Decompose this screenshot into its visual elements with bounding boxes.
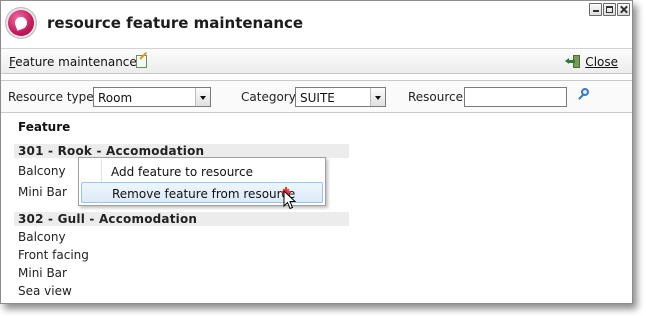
maximize-button[interactable] (603, 3, 616, 16)
category-label: Category (241, 90, 296, 104)
app-logo-icon (6, 8, 36, 38)
search-handle (578, 94, 584, 100)
group-title: 301 - Rook - Accomodation (18, 144, 205, 158)
close-text: lose (593, 55, 618, 69)
app-window: resource feature maintenance Feature mai… (0, 0, 633, 304)
add-feature-menu-item[interactable]: Add feature to resource (81, 161, 323, 182)
title-bar: resource feature maintenance (1, 1, 632, 45)
filter-bar: Resource type Room Category SUITE Resour… (1, 80, 632, 113)
toolbar-title-text: eature maintenance (15, 55, 137, 69)
list-item[interactable]: Balcony (18, 230, 66, 244)
group-header: 302 - Gull - Accomodation (14, 212, 349, 226)
minimize-button[interactable] (589, 3, 602, 16)
category-value: SUITE (300, 91, 335, 105)
resource-input[interactable] (464, 87, 567, 107)
category-select[interactable]: SUITE (295, 87, 386, 107)
list-item[interactable]: Sea view (18, 284, 72, 298)
group-header: 301 - Rook - Accomodation (14, 144, 349, 158)
resource-type-label: Resource type (8, 90, 94, 104)
edit-icon[interactable] (136, 55, 147, 68)
mouse-cursor-icon (283, 190, 297, 210)
list-item[interactable]: Front facing (18, 248, 89, 262)
exit-door-icon[interactable] (565, 55, 580, 68)
list-item[interactable]: Mini Bar (18, 266, 67, 280)
feature-heading: Feature (18, 120, 71, 134)
arrow-shape (565, 58, 575, 64)
chevron-down-icon[interactable] (195, 88, 210, 106)
toolbar: Feature maintenance Close (1, 48, 632, 74)
window-controls (589, 3, 630, 16)
feature-list: Feature 301 - Rook - Accomodation Balcon… (1, 113, 632, 303)
search-icon[interactable] (577, 88, 591, 102)
close-accesskey: C (585, 55, 594, 69)
list-item[interactable]: Mini Bar (18, 185, 67, 199)
resource-label: Resource (408, 90, 464, 104)
window-close-button[interactable] (617, 3, 630, 16)
menu-item-label: Add feature to resource (111, 165, 253, 179)
close-button[interactable]: Close (585, 55, 618, 69)
list-item[interactable]: Balcony (18, 164, 66, 178)
resource-type-select[interactable]: Room (93, 87, 211, 107)
group-title: 302 - Gull - Accomodation (18, 212, 198, 226)
chevron-down-icon[interactable] (370, 88, 385, 106)
toolbar-title[interactable]: Feature maintenance (9, 55, 137, 69)
resource-type-value: Room (98, 91, 133, 105)
menu-item-label: Remove feature from resource (112, 187, 296, 201)
window-title: resource feature maintenance (47, 14, 304, 32)
